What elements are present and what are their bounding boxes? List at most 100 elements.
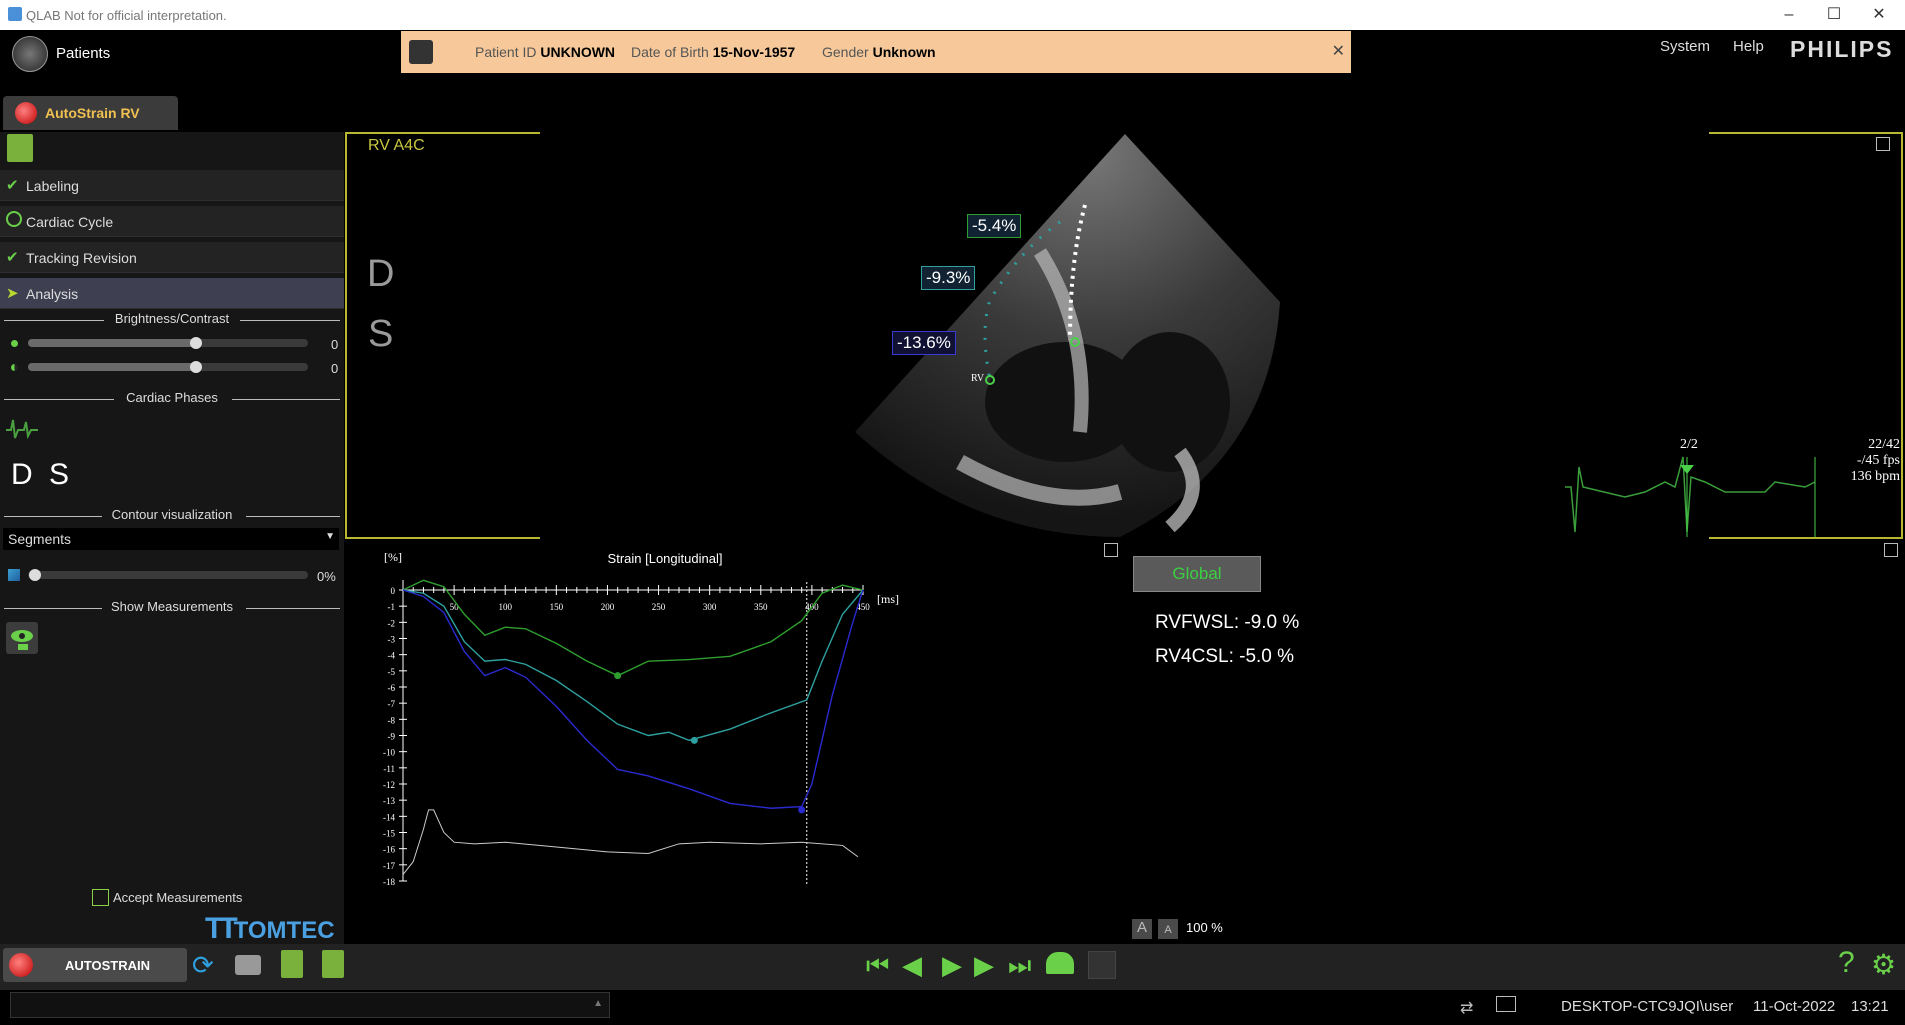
gear-icon[interactable]: ⚙	[1871, 948, 1896, 981]
patients-icon	[12, 36, 48, 72]
cardiac-phases-header: Cardiac Phases	[0, 390, 344, 410]
brightness-knob[interactable]	[190, 337, 202, 349]
export-report-icon[interactable]	[281, 950, 303, 978]
report-document-icon[interactable]	[7, 134, 33, 162]
dob-field: Date of Birth 15-Nov-1957	[631, 44, 796, 60]
maximize-view-icon[interactable]	[1876, 137, 1890, 151]
arrow-right-icon: ➤	[6, 285, 19, 302]
segment-label-apical: -13.6%	[892, 331, 956, 355]
contrast-value: 0	[331, 361, 339, 376]
strain-curve	[402, 589, 864, 742]
y-tick-label: -18	[383, 877, 395, 887]
measurement-rv4csl: RV4CSL: -5.0 %	[1155, 646, 1295, 667]
contrast-slider[interactable]	[28, 363, 308, 371]
segment-label-basal: -5.4%	[967, 214, 1022, 238]
contour-visualization-header: Contour visualization	[0, 507, 344, 527]
contrast-knob[interactable]	[190, 361, 202, 373]
frame-rate: -/45 fps	[1856, 453, 1900, 468]
first-frame-icon[interactable]: ⏮	[866, 950, 889, 982]
tab-label: AutoStrain RV	[45, 105, 140, 121]
peak-marker	[614, 672, 622, 680]
dob-value: 15-Nov-1957	[712, 44, 796, 60]
font-large-button[interactable]: A	[1132, 919, 1152, 939]
global-button[interactable]: Global	[1133, 556, 1261, 592]
contour-opacity-slider[interactable]	[28, 571, 308, 579]
playback-controls: ⏮ ◀ ▶ ▶ ⏭	[866, 948, 1076, 982]
message-field[interactable]: ▲	[10, 992, 610, 1018]
autostrain-button[interactable]: AUTOSTRAIN	[3, 948, 187, 982]
show-measurements-button[interactable]	[6, 622, 38, 654]
window-title-bar: QLAB Not for official interpretation. – …	[0, 0, 1905, 30]
step-analysis[interactable]: ➤ Analysis	[0, 278, 344, 309]
previous-frame-icon[interactable]: ◀	[902, 950, 922, 981]
close-banner-icon[interactable]: ✕	[1332, 41, 1345, 61]
maximize-chart-icon[interactable]	[1104, 543, 1118, 557]
step-label: Tracking Revision	[26, 250, 137, 266]
patient-id-field: Patient ID UNKNOWN	[475, 44, 616, 60]
next-frame-icon[interactable]: ▶	[974, 950, 994, 981]
check-icon: ✔	[6, 249, 19, 266]
phase-s-label[interactable]: S	[49, 458, 69, 492]
import-report-icon[interactable]	[322, 950, 344, 978]
frame-number: 22/42	[1868, 437, 1900, 452]
y-tick-label: -8	[388, 715, 396, 725]
menu-system[interactable]: System	[1660, 38, 1710, 55]
side-s-label: S	[368, 313, 394, 355]
x-tick-label: 200	[601, 602, 615, 612]
phase-d-label[interactable]: D	[11, 458, 33, 492]
frame-info: 22/42 -/45 fps 136 bpm	[1820, 437, 1900, 485]
last-frame-icon[interactable]: ⏭	[1008, 950, 1031, 982]
speed-gauge-icon[interactable]	[1046, 952, 1074, 974]
y-tick-label: -7	[388, 699, 396, 709]
check-icon: ✔	[6, 177, 19, 194]
font-small-button[interactable]: A	[1158, 919, 1178, 939]
gender-value: Unknown	[872, 44, 936, 60]
camera-icon[interactable]	[235, 955, 261, 975]
brightness-icon	[11, 340, 18, 347]
patient-id-card-icon	[409, 40, 433, 64]
x-tick-label: 300	[703, 602, 717, 612]
step-tracking-revision[interactable]: ✔ Tracking Revision	[0, 242, 344, 273]
tab-autostrain-rv[interactable]: AutoStrain RV	[3, 96, 178, 130]
y-tick-label: -10	[383, 748, 395, 758]
x-tick-label: 350	[754, 602, 768, 612]
brightness-slider[interactable]	[28, 339, 308, 347]
patients-button[interactable]: Patients	[12, 36, 152, 72]
reset-icon[interactable]: ⟳	[192, 950, 214, 981]
step-label: Analysis	[26, 286, 79, 302]
brightness-value: 0	[331, 337, 339, 352]
menu-help[interactable]: Help	[1733, 38, 1764, 55]
autostrain-icon	[15, 102, 37, 124]
opacity-icon	[8, 569, 20, 581]
y-tick-label: -5	[388, 667, 396, 677]
close-window-button[interactable]: ✕	[1862, 4, 1896, 26]
network-icon: ⇄	[1460, 1000, 1474, 1017]
accept-measurements-checkbox[interactable]	[92, 889, 109, 906]
step-labeling[interactable]: ✔ Labeling	[0, 170, 344, 201]
minimize-button[interactable]: –	[1772, 4, 1806, 26]
y-tick-label: 0	[391, 586, 396, 596]
accept-measurements-label: Accept Measurements	[113, 890, 243, 905]
y-tick-label: -13	[383, 796, 395, 806]
contour-dropdown[interactable]: Segments ▼	[3, 528, 339, 550]
contour-opacity-knob[interactable]	[29, 569, 41, 581]
y-tick-label: -15	[383, 829, 395, 839]
contour-opacity-value: 0%	[317, 569, 336, 584]
x-tick-label: 50	[450, 602, 460, 612]
maximize-button[interactable]: ☐	[1817, 4, 1851, 26]
step-cardiac-cycle[interactable]: Cardiac Cycle	[0, 206, 344, 237]
user-label: DESKTOP-CTC9JQI\user	[1561, 998, 1734, 1015]
ecg-phase-icon[interactable]	[6, 418, 38, 440]
maximize-results-icon[interactable]	[1884, 543, 1898, 557]
side-d-label: D	[367, 253, 395, 295]
play-icon[interactable]: ▶	[942, 950, 962, 981]
view-label: RV A4C	[368, 137, 425, 154]
date-label: 11-Oct-2022	[1753, 998, 1836, 1015]
brand-logo: PHILIPS	[1790, 36, 1894, 62]
y-tick-label: -6	[388, 683, 396, 693]
step-label: Labeling	[26, 178, 79, 194]
help-icon[interactable]: ?	[1838, 946, 1855, 980]
y-tick-label: -2	[388, 618, 396, 628]
x-axis-label: [ms]	[877, 592, 899, 606]
autostrain-icon	[9, 953, 33, 977]
